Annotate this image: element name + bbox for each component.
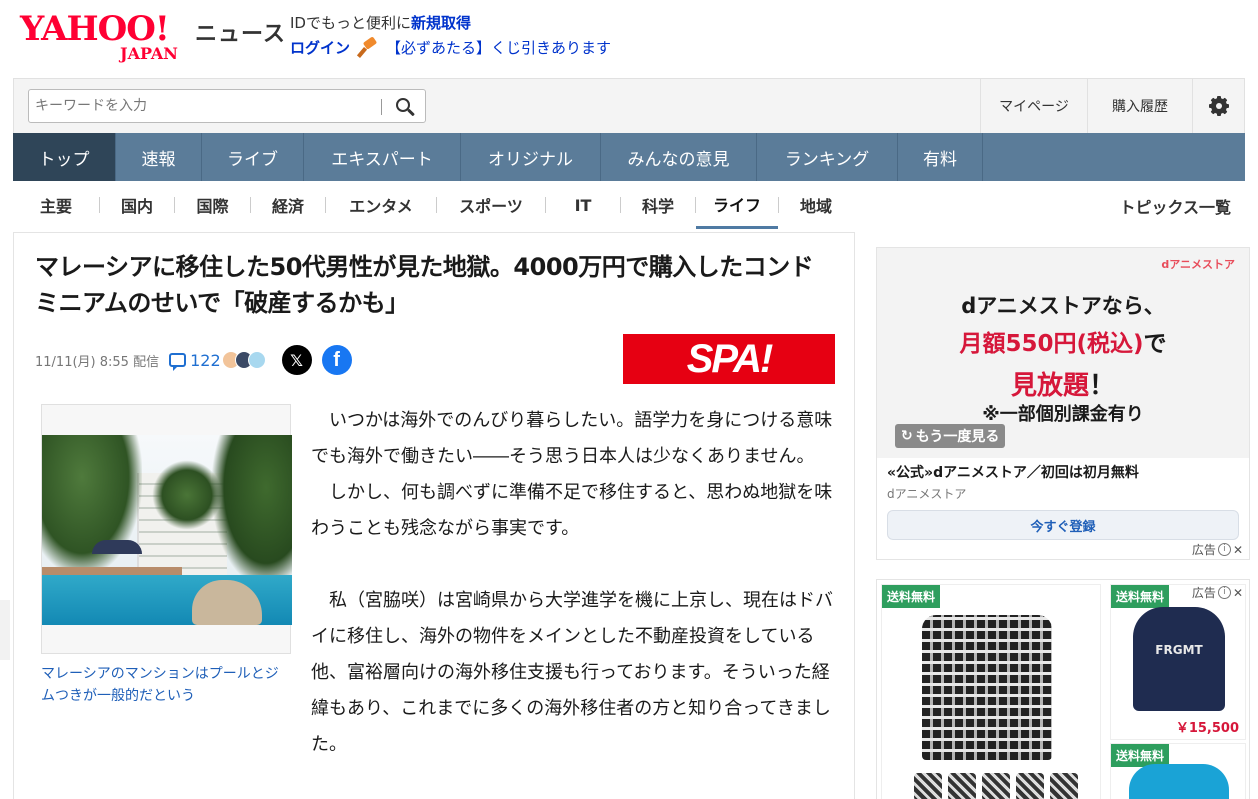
category-it[interactable]: IT: [546, 181, 620, 229]
search-button[interactable]: [391, 94, 419, 120]
main-nav-ranking[interactable]: ランキング: [757, 133, 898, 181]
share-x-button[interactable]: 𝕏: [281, 345, 312, 375]
replay-icon: ↻: [901, 428, 913, 444]
category-local[interactable]: 地域: [779, 181, 853, 229]
close-icon[interactable]: ✕: [1233, 586, 1243, 600]
mypage-link[interactable]: マイページ: [980, 79, 1087, 133]
ad-line1: dアニメストアなら、: [961, 294, 1165, 318]
replay-label: もう一度見る: [915, 429, 1000, 445]
main-nav-opinions[interactable]: みんなの意見: [601, 133, 757, 181]
info-icon: i: [1217, 586, 1231, 599]
info-icon: i: [1217, 543, 1231, 556]
id-promo: IDでもっと便利に新規取得: [290, 12, 471, 33]
utility-links: マイページ 購入履歴: [980, 79, 1244, 133]
register-link[interactable]: 新規取得: [411, 14, 471, 32]
login-link[interactable]: ログイン: [290, 37, 350, 58]
yahoo-japan-logo[interactable]: YAHOO! JAPAN: [20, 9, 190, 63]
scroll-left-handle[interactable]: [0, 600, 10, 660]
logo-sub: JAPAN: [120, 44, 178, 63]
shirt-image: [922, 615, 1052, 760]
category-sports[interactable]: スポーツ: [437, 181, 545, 229]
ad-label-text: 広告: [1191, 543, 1216, 557]
main-nav-original[interactable]: オリジナル: [461, 133, 601, 181]
reaction-face-icon: [247, 351, 266, 369]
lottery-link[interactable]: 【必ずあたる】くじ引きあります: [386, 37, 611, 58]
article-meta: 11/11(月) 8:55 配信 122 𝕏 f: [35, 345, 352, 375]
main-nav-breaking[interactable]: 速報: [116, 133, 202, 181]
ad-label[interactable]: 広告 i ✕: [1192, 541, 1243, 558]
ad-line4: ※一部個別課金有り: [982, 404, 1144, 425]
search-input[interactable]: [35, 96, 375, 116]
purchase-history-link[interactable]: 購入履歴: [1087, 79, 1192, 133]
search-box: [28, 89, 426, 123]
topics-list-link[interactable]: トピックス一覧: [1119, 194, 1231, 218]
login-row: ログイン 【必ずあたる】くじ引きあります: [290, 35, 611, 58]
ad-danime[interactable]: dアニメストア dアニメストアなら、 月額550円(税込)で 見放題！ ※一部個…: [876, 247, 1250, 560]
article-body: いつかは海外でのんびり暮らしたい。語学力を身につける意味でも海外で働きたい――そ…: [35, 403, 835, 767]
publisher-logo[interactable]: SPA!: [623, 334, 835, 384]
product-thumbnails: [914, 773, 1078, 799]
replay-button[interactable]: ↻ もう一度見る: [895, 424, 1006, 448]
settings-button[interactable]: [1192, 79, 1244, 133]
main-nav-top[interactable]: トップ: [13, 133, 116, 181]
ad-sponsor: dアニメストア: [887, 487, 967, 501]
ad-products: 送料無料 送料無料 FRGMT ￥15,500 送料無料 広告 i ✕: [876, 579, 1250, 799]
comment-icon: [169, 353, 187, 371]
category-main[interactable]: 主要: [13, 181, 99, 229]
publish-date: 11/11(月) 8:55 配信: [35, 354, 160, 370]
article-title: マレーシアに移住した50代男性が見た地獄。4000万円で購入したコンドミニアムの…: [35, 253, 814, 317]
jacket-image: [1129, 764, 1229, 799]
ad-title[interactable]: «公式»dアニメストア／初回は初月無料: [887, 462, 1139, 482]
register-now-button[interactable]: 今すぐ登録: [887, 510, 1239, 540]
search-bar-row: マイページ 購入履歴: [13, 78, 1245, 133]
ad-brand: dアニメストア: [1161, 258, 1235, 271]
main-nav-live[interactable]: ライブ: [202, 133, 304, 181]
comments-link[interactable]: 122: [169, 350, 221, 371]
share-facebook-button[interactable]: f: [321, 345, 352, 375]
category-international[interactable]: 国際: [175, 181, 250, 229]
gear-icon: [1208, 96, 1229, 116]
main-nav: トップ 速報 ライブ エキスパート オリジナル みんなの意見 ランキング 有料: [13, 133, 1245, 181]
category-domestic[interactable]: 国内: [100, 181, 174, 229]
category-entertainment[interactable]: エンタメ: [326, 181, 436, 229]
main-nav-paid[interactable]: 有料: [898, 133, 983, 181]
main-nav-expert[interactable]: エキスパート: [304, 133, 461, 181]
close-icon[interactable]: ✕: [1233, 543, 1243, 557]
ad-label[interactable]: 広告 i ✕: [1192, 584, 1243, 601]
article: マレーシアに移住した50代男性が見た地獄。4000万円で購入したコンドミニアムの…: [13, 232, 855, 799]
category-nav: 主要 国内 国際 経済 エンタメ スポーツ IT 科学 ライフ 地域 トピックス…: [13, 181, 1245, 231]
comment-count: 122: [190, 350, 221, 370]
site-header: YAHOO! JAPAN ニュース IDでもっと便利に新規取得 ログイン 【必ず…: [0, 0, 1258, 78]
category-science[interactable]: 科学: [621, 181, 695, 229]
free-shipping-badge: 送料無料: [1111, 585, 1170, 608]
publisher-logo-text: SPA!: [686, 336, 774, 381]
service-name[interactable]: ニュース: [195, 16, 286, 48]
product-card[interactable]: 送料無料 FRGMT ￥15,500: [1110, 584, 1246, 740]
ad-line2: 月額550円(税込)で: [959, 331, 1167, 357]
hammer-icon: [356, 35, 378, 58]
free-shipping-badge: 送料無料: [882, 585, 941, 608]
hoodie-image: FRGMT: [1133, 607, 1225, 711]
ad-label-text: 広告: [1191, 586, 1216, 600]
logo-text: YAHOO!: [20, 9, 170, 49]
category-life[interactable]: ライフ: [696, 181, 778, 229]
search-divider: [381, 99, 382, 115]
id-prefix: IDでもっと便利に: [290, 14, 411, 32]
ad-line3: 見放題！: [1010, 371, 1116, 401]
product-card[interactable]: 送料無料: [881, 584, 1101, 799]
product-card[interactable]: 送料無料: [1110, 743, 1246, 799]
product-price: ￥15,500: [1175, 721, 1239, 736]
reaction-faces[interactable]: [221, 351, 266, 369]
category-economy[interactable]: 経済: [251, 181, 325, 229]
ad-banner[interactable]: dアニメストア dアニメストアなら、 月額550円(税込)で 見放題！ ※一部個…: [877, 248, 1249, 458]
